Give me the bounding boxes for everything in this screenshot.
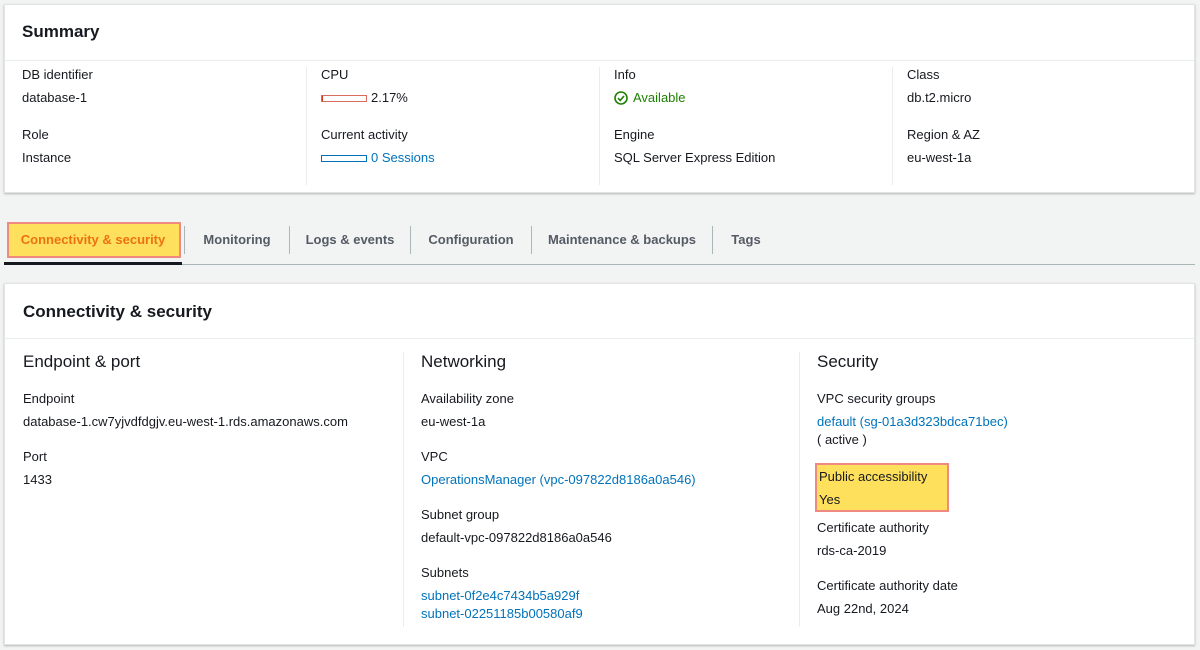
activity-meter (321, 155, 367, 163)
public-accessibility-value: Yes (819, 492, 841, 507)
tab-connectivity-security-label: Connectivity & security (20, 232, 166, 247)
db-identifier-label: DB identifier (22, 67, 93, 82)
db-identifier-value: database-1 (22, 90, 88, 105)
region-label: Region & AZ (907, 127, 980, 142)
info-label: Info (614, 67, 636, 82)
current-activity-row: 0 Sessions (321, 150, 599, 166)
active-tab-underline (4, 262, 182, 265)
region-value: eu-west-1a (907, 150, 972, 165)
vpc-label: VPC (421, 449, 448, 464)
cpu-meter-fill (322, 96, 323, 102)
ca-label: Certificate authority (817, 520, 929, 535)
vpc-security-groups-field: VPC security groups default (sg-01a3d323… (817, 391, 1189, 449)
ca-date-value: Aug 22nd, 2024 (817, 601, 909, 616)
tab-tags[interactable]: Tags (713, 221, 779, 265)
rds-database-page: Summary DB identifier database-1 Role In… (0, 0, 1200, 650)
check-circle-icon (614, 91, 628, 105)
info-value-row: Available (614, 90, 892, 106)
tab-connectivity-security[interactable]: Connectivity & security (4, 221, 182, 265)
summary-col-info: Info Available Engine SQL Server Express… (599, 67, 892, 185)
status-available: Available (633, 90, 686, 105)
tab-logs-events[interactable]: Logs & events (290, 221, 410, 265)
engine-value: SQL Server Express Edition (614, 150, 776, 165)
current-activity-label: Current activity (321, 127, 408, 142)
subnet-link-1[interactable]: subnet-0f2e4c7434b5a929f (421, 587, 799, 605)
security-group-link[interactable]: default (sg-01a3d323bdca71bec) (817, 413, 1189, 431)
summary-grid: DB identifier database-1 Role Instance C… (5, 61, 1194, 193)
port-field: Port 1433 (23, 449, 393, 489)
role-value: Instance (22, 150, 72, 165)
public-accessibility-label: Public accessibility (819, 469, 928, 484)
tab-monitoring[interactable]: Monitoring (185, 221, 289, 265)
networking-section-title: Networking (421, 352, 507, 371)
cpu-value: 2.17% (371, 90, 408, 105)
tab-configuration[interactable]: Configuration (411, 221, 531, 265)
ca-date-field: Certificate authority date Aug 22nd, 202… (817, 578, 1189, 618)
ca-date-label: Certificate authority date (817, 578, 958, 593)
public-accessibility-highlight: Public accessibility Yes (815, 463, 949, 512)
endpoint-label: Endpoint (23, 391, 75, 406)
cpu-value-row: 2.17% (321, 90, 599, 106)
az-label: Availability zone (421, 391, 514, 406)
subnet-group-label: Subnet group (421, 507, 500, 522)
subnets-field: Subnets subnet-0f2e4c7434b5a929f subnet-… (421, 565, 799, 623)
endpoint-section: Endpoint & port Endpoint database-1.cw7y… (23, 352, 393, 489)
subnet-link-2[interactable]: subnet-02251185b00580af9 (421, 605, 799, 623)
summary-title: Summary (5, 5, 1194, 61)
vpc-link[interactable]: OperationsManager (vpc-097822d8186a0a546… (421, 471, 799, 489)
port-value: 1433 (23, 472, 52, 487)
endpoint-value: database-1.cw7yjvdfdgjv.eu-west-1.rds.am… (23, 414, 348, 429)
summary-panel: Summary DB identifier database-1 Role In… (4, 4, 1195, 193)
summary-col-cpu: CPU 2.17% Current activity 0 Sessions (306, 67, 599, 185)
subnets-label: Subnets (421, 565, 469, 580)
port-label: Port (23, 449, 47, 464)
role-label: Role (22, 127, 49, 142)
tab-maintenance-backups[interactable]: Maintenance & backups (532, 221, 712, 265)
connectivity-panel: Connectivity & security Endpoint & port … (4, 283, 1195, 645)
cpu-meter (321, 95, 367, 103)
security-group-status: ( active ) (817, 432, 867, 447)
networking-section: Networking Availability zone eu-west-1a … (403, 352, 799, 627)
subnet-group-field: Subnet group default-vpc-097822d8186a0a5… (421, 507, 799, 547)
vpc-field: VPC OperationsManager (vpc-097822d8186a0… (421, 449, 799, 489)
class-value: db.t2.micro (907, 90, 972, 105)
endpoint-section-title: Endpoint & port (23, 352, 141, 371)
cpu-label: CPU (321, 67, 349, 82)
security-section-title: Security (817, 352, 879, 371)
ca-field: Certificate authority rds-ca-2019 (817, 520, 1189, 560)
subnet-group-value: default-vpc-097822d8186a0a546 (421, 530, 612, 545)
connectivity-title: Connectivity & security (5, 284, 1194, 339)
sessions-link[interactable]: 0 Sessions (371, 150, 435, 165)
az-value: eu-west-1a (421, 414, 486, 429)
summary-col-identifier: DB identifier database-1 Role Instance (8, 67, 306, 185)
detail-tabs: Connectivity & security Monitoring Logs … (4, 221, 1195, 265)
class-label: Class (907, 67, 940, 82)
vpc-security-groups-label: VPC security groups (817, 391, 936, 406)
engine-label: Engine (614, 127, 655, 142)
ca-value: rds-ca-2019 (817, 543, 887, 558)
endpoint-field: Endpoint database-1.cw7yjvdfdgjv.eu-west… (23, 391, 393, 431)
az-field: Availability zone eu-west-1a (421, 391, 799, 431)
summary-col-class: Class db.t2.micro Region & AZ eu-west-1a (892, 67, 1192, 185)
